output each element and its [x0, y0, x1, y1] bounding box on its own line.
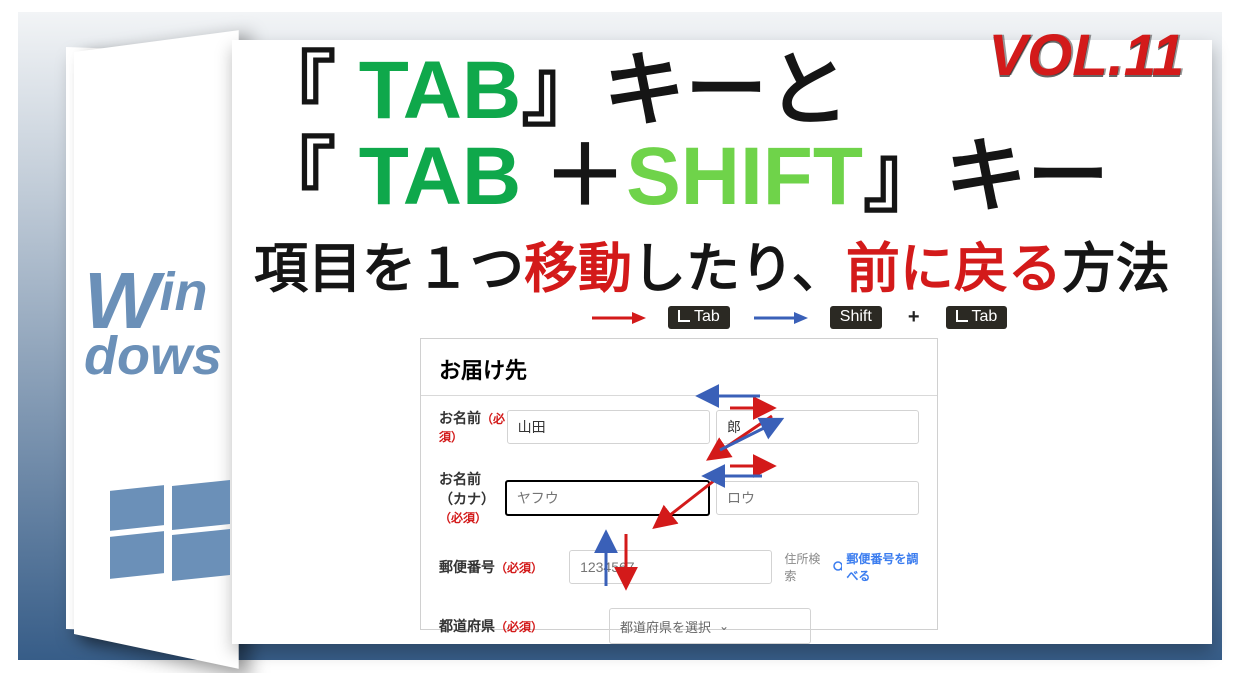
- title-tab-2: TAB: [359, 131, 521, 222]
- tab-keycap-2: Tab: [946, 306, 1008, 329]
- kana-last-input[interactable]: [505, 480, 710, 516]
- arrow-blue-icon: [752, 311, 808, 325]
- title-area: 『 TAB』キーと 『 TAB ＋SHIFT』キー 項目を１つ移動したり、前に戻…: [254, 48, 1194, 303]
- form-panel: お届け先 お名前（必須） お名前（カナ）（必須） 郵便番号（必須） 住所検索: [420, 338, 938, 630]
- chevron-down-icon: ⌄: [719, 619, 729, 633]
- title-bracket-close-1: 』キーと: [521, 45, 849, 136]
- subtitle-a: 項目を１つ: [254, 239, 524, 299]
- pref-select-value: 都道府県を選択: [620, 617, 711, 636]
- backdrop: VOL.11 Win dows 『 TAB』キーと 『 TAB ＋SHIFT』キ…: [18, 12, 1222, 660]
- kana-first-input[interactable]: [716, 481, 919, 515]
- label-pref: 都道府県: [439, 618, 495, 634]
- pref-select[interactable]: 都道府県を選択 ⌄: [609, 608, 811, 644]
- label-postal: 郵便番号: [439, 559, 495, 575]
- address-search-button[interactable]: 住所検索: [784, 550, 821, 584]
- stage: VOL.11 Win dows 『 TAB』キーと 『 TAB ＋SHIFT』キ…: [0, 0, 1240, 673]
- subtitle-b: 移動: [524, 239, 632, 299]
- label-kana: お名前（カナ）: [439, 471, 495, 507]
- subtitle-e: 方法: [1062, 239, 1170, 299]
- name-last-input[interactable]: [507, 410, 710, 444]
- title-tab-1: TAB: [359, 45, 521, 136]
- title-shift: SHIFT: [626, 131, 863, 222]
- tab-keycap: Tab: [668, 306, 730, 329]
- subtitle-c: したり、: [632, 239, 846, 299]
- title-bracket-open-1: 『: [254, 45, 359, 136]
- shift-keycap: Shift: [830, 306, 882, 329]
- title-bracket-open-2: 『: [254, 131, 359, 222]
- windows-dows: dows: [84, 332, 222, 382]
- key-legend: Tab Shift + Tab: [590, 306, 1007, 329]
- postal-lookup-link[interactable]: 郵便番号を調べる: [833, 550, 919, 584]
- title-plus: ＋: [544, 131, 626, 222]
- label-name: お名前: [439, 410, 481, 426]
- row-postal: 郵便番号（必須） 住所検索 郵便番号を調べる: [421, 538, 937, 596]
- row-pref: 都道府県（必須） 都道府県を選択 ⌄: [421, 596, 937, 656]
- search-icon: [833, 561, 842, 573]
- windows-wordmark: Win dows: [84, 264, 222, 381]
- subtitle: 項目を１つ移動したり、前に戻る方法: [254, 224, 1194, 303]
- required-pref: （必須）: [495, 620, 543, 634]
- arrow-red-icon: [590, 311, 646, 325]
- required-postal: （必須）: [495, 561, 543, 575]
- name-first-input[interactable]: [716, 410, 919, 444]
- legend-plus: +: [908, 306, 920, 329]
- row-name: お名前（必須）: [421, 396, 937, 457]
- form-title: お届け先: [421, 339, 937, 396]
- windows-in: in: [160, 268, 208, 318]
- windows-logo-icon: [110, 480, 230, 578]
- postal-input[interactable]: [569, 550, 772, 584]
- row-kana: お名前（カナ） （必須）: [421, 457, 937, 538]
- title-bracket-close-2: 』キー: [863, 131, 1109, 222]
- subtitle-d: 前に戻る: [846, 239, 1062, 299]
- required-kana: （必須）: [439, 511, 487, 525]
